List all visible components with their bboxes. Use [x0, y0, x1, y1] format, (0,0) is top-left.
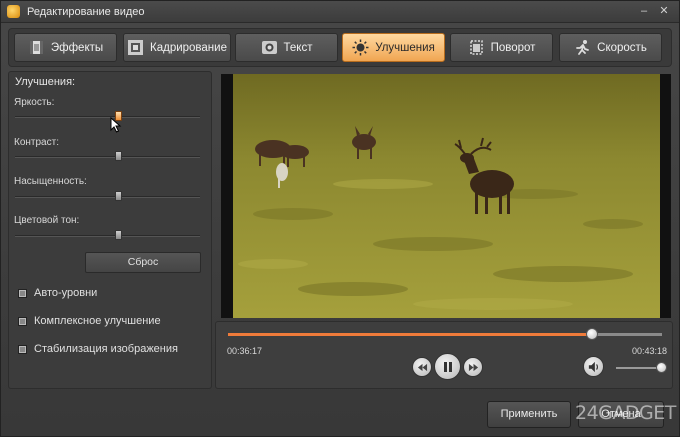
tab-speed-label: Скорость: [597, 41, 647, 54]
app-logo-icon: [7, 5, 20, 18]
pause-button[interactable]: [434, 353, 461, 380]
saturation-label: Насыщенность:: [14, 176, 87, 187]
contrast-label: Контраст:: [14, 137, 59, 148]
deer-field-scene: [233, 74, 660, 318]
timeline-track[interactable]: [228, 328, 662, 340]
tab-rotate[interactable]: Поворот: [450, 33, 553, 62]
current-time: 00:36:17: [227, 346, 263, 356]
title-bar: Редактирование видео – ✕: [1, 1, 679, 23]
apply-button[interactable]: Применить: [487, 401, 571, 428]
video-preview: [221, 74, 671, 318]
skip-forward-icon: [468, 363, 478, 371]
film-effects-icon: [28, 39, 45, 56]
enhancements-panel: Улучшения: Яркость: Контраст: Насыщеннос…: [8, 71, 212, 389]
running-person-icon: [574, 39, 591, 56]
auto-levels-checkbox[interactable]: [18, 288, 27, 298]
speaker-icon: [588, 361, 598, 372]
tab-text-label: Текст: [283, 41, 313, 54]
rotate-icon: [468, 39, 485, 56]
close-button[interactable]: ✕: [657, 4, 671, 18]
stabilization-checkbox[interactable]: [18, 344, 27, 354]
complex-enhance-checkbox-row[interactable]: Комплексное улучшение: [18, 315, 161, 327]
sun-brightness-icon: [352, 39, 369, 56]
window-title: Редактирование видео: [27, 6, 145, 18]
video-frame-image: [233, 74, 660, 318]
tab-speed[interactable]: Скорость: [559, 33, 662, 62]
tab-enhancements-label: Улучшения: [375, 41, 435, 54]
tab-enhancements[interactable]: Улучшения: [342, 33, 445, 62]
enhancements-section-title: Улучшения:: [15, 76, 76, 88]
timeline-progress-fill: [228, 333, 592, 336]
tab-bar: Эффекты Кадрирование Текст Улучшения Пов…: [8, 28, 672, 67]
hue-label: Цветовой тон:: [14, 215, 80, 226]
contrast-slider-thumb[interactable]: [114, 151, 122, 161]
skip-forward-button[interactable]: [463, 357, 483, 377]
tab-crop[interactable]: Кадрирование: [123, 33, 231, 62]
skip-back-button[interactable]: [412, 357, 432, 377]
stabilization-label: Стабилизация изображения: [34, 343, 178, 355]
saturation-slider[interactable]: [15, 191, 200, 201]
minimize-button[interactable]: –: [637, 4, 651, 18]
brightness-label: Яркость:: [14, 97, 55, 108]
volume-slider-thumb[interactable]: [656, 362, 667, 373]
saturation-slider-thumb[interactable]: [114, 191, 122, 201]
hue-slider[interactable]: [15, 230, 200, 240]
tab-crop-label: Кадрирование: [150, 41, 227, 54]
contrast-slider[interactable]: [15, 151, 200, 161]
playback-controls: 00:36:17 00:43:18: [215, 321, 673, 389]
auto-levels-checkbox-row[interactable]: Авто-уровни: [18, 287, 97, 299]
tab-effects[interactable]: Эффекты: [14, 33, 117, 62]
skip-back-icon: [417, 363, 427, 371]
complex-enhance-checkbox[interactable]: [18, 316, 27, 326]
total-time: 00:43:18: [632, 346, 668, 356]
reset-button[interactable]: Сброс: [85, 252, 201, 273]
auto-levels-label: Авто-уровни: [34, 287, 98, 299]
pause-icon: [443, 361, 452, 372]
brightness-slider[interactable]: [15, 111, 200, 121]
tab-text[interactable]: Текст: [235, 33, 338, 62]
timeline-playhead[interactable]: [585, 328, 598, 340]
volume-button[interactable]: [583, 356, 604, 377]
mouse-pointer-icon: [110, 117, 122, 133]
tab-rotate-label: Поворот: [490, 41, 536, 54]
cancel-button[interactable]: Отмена: [578, 401, 664, 428]
video-editor-window: Редактирование видео – ✕ Эффекты Кадриро…: [0, 0, 680, 437]
hue-slider-thumb[interactable]: [114, 230, 122, 240]
stabilization-checkbox-row[interactable]: Стабилизация изображения: [18, 343, 178, 355]
complex-enhance-label: Комплексное улучшение: [34, 315, 161, 327]
crop-frame-icon: [127, 39, 144, 56]
tab-effects-label: Эффекты: [50, 41, 104, 54]
text-icon: [261, 39, 278, 56]
